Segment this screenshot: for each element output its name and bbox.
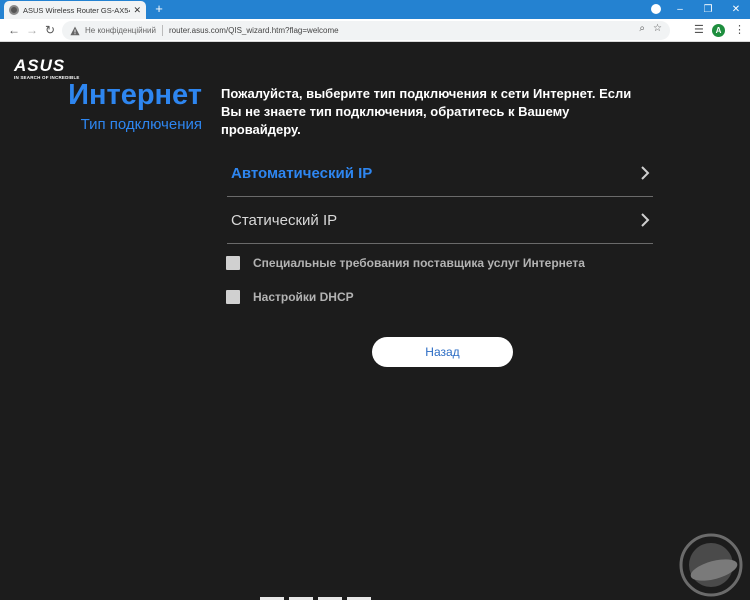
not-secure-label: Не конфіденційний — [85, 26, 156, 35]
chevron-right-icon — [641, 166, 650, 180]
watermark-logo — [679, 533, 743, 597]
reload-icon[interactable]: ↻ — [42, 22, 58, 38]
avatar[interactable]: A — [712, 24, 725, 37]
menu-dots-icon[interactable]: ⋮ — [734, 22, 745, 38]
url-text[interactable]: router.asus.com/QIS_wizard.htm?flag=welc… — [169, 26, 339, 35]
back-button[interactable]: Назад — [372, 337, 513, 367]
address-bar[interactable]: Не конфіденційний router.asus.com/QIS_wi… — [62, 21, 670, 40]
tab-title: ASUS Wireless Router GS-AX540 — [23, 5, 131, 15]
isp-requirements-checkbox[interactable] — [226, 256, 240, 270]
minimize-icon[interactable]: – — [666, 0, 694, 19]
connection-type-list: Автоматический IP Статический IP — [227, 150, 653, 244]
globe-icon — [9, 5, 19, 15]
window-controls: – ❐ ✕ — [666, 0, 750, 19]
browser-titlebar: ASUS Wireless Router GS-AX540 ✕ + – ❐ ✕ — [0, 0, 750, 19]
new-tab-button[interactable]: + — [152, 1, 166, 17]
option-automatic-ip[interactable]: Автоматический IP — [227, 150, 653, 197]
bookmark-star-icon[interactable]: ☆ — [653, 23, 662, 34]
close-window-icon[interactable]: ✕ — [722, 0, 750, 19]
page-subtitle: Тип подключения — [80, 116, 202, 133]
reading-list-icon[interactable]: ☰ — [694, 22, 704, 38]
dhcp-settings-row[interactable]: Настройки DHCP — [226, 290, 354, 304]
url-divider — [161, 25, 163, 36]
checkbox-label: Специальные требования поставщика услуг … — [253, 256, 585, 270]
option-label: Автоматический IP — [231, 164, 373, 182]
warning-icon — [70, 26, 80, 35]
section-heading: Интернет Тип подключения — [68, 79, 202, 135]
logo-word: ASUS — [14, 56, 66, 75]
browser-tab[interactable]: ASUS Wireless Router GS-AX540 ✕ — [4, 1, 146, 19]
profile-icon[interactable] — [651, 4, 661, 14]
maximize-icon[interactable]: ❐ — [694, 0, 722, 19]
chevron-right-icon — [641, 213, 650, 227]
option-label: Статический IP — [231, 211, 338, 229]
zoom-icon[interactable]: ⌕ — [639, 23, 645, 34]
dhcp-settings-checkbox[interactable] — [226, 290, 240, 304]
router-page: ASUS IN SEARCH OF INCREDIBLE Интернет Ти… — [0, 42, 750, 600]
tab-close-icon[interactable]: ✕ — [133, 5, 141, 16]
option-static-ip[interactable]: Статический IP — [227, 197, 653, 244]
isp-requirements-row[interactable]: Специальные требования поставщика услуг … — [226, 256, 585, 270]
asus-logo: ASUS IN SEARCH OF INCREDIBLE — [14, 56, 80, 80]
browser-toolbar: ← → ↻ Не конфіденційний router.asus.com/… — [0, 19, 750, 42]
back-arrow-icon[interactable]: ← — [6, 22, 22, 38]
forward-arrow-icon[interactable]: → — [24, 22, 40, 38]
page-title: Интернет — [68, 79, 202, 111]
checkbox-label: Настройки DHCP — [253, 290, 354, 304]
instructions-text: Пожалуйста, выберите тип подключения к с… — [221, 86, 632, 137]
omnibox-actions: ⌕ ☆ — [639, 23, 662, 34]
